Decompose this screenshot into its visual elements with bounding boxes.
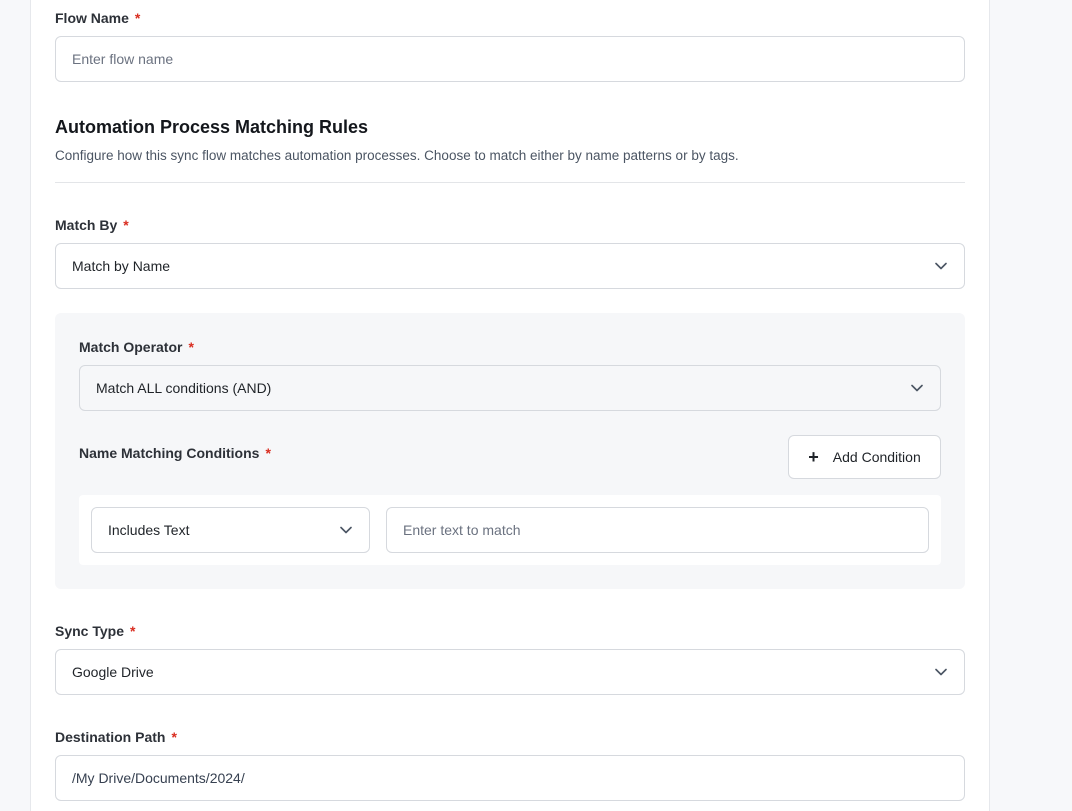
match-operator-label: Match Operator * xyxy=(79,338,194,356)
name-conditions-label-text: Name Matching Conditions xyxy=(79,445,260,461)
condition-type-value: Includes Text xyxy=(108,522,190,538)
required-mark: * xyxy=(265,445,271,461)
match-by-label-text: Match By xyxy=(55,217,118,233)
condition-type-select[interactable]: Includes Text xyxy=(91,507,370,553)
destination-path-label-text: Destination Path xyxy=(55,729,166,745)
sync-type-select[interactable]: Google Drive xyxy=(55,649,965,695)
name-conditions-label: Name Matching Conditions * xyxy=(79,444,271,462)
plus-icon: + xyxy=(808,447,819,467)
match-by-label: Match By * xyxy=(55,216,129,234)
flow-name-placeholder: Enter flow name xyxy=(72,51,174,67)
match-by-select[interactable]: Match by Name xyxy=(55,243,965,289)
matching-rules-title: Automation Process Matching Rules xyxy=(55,117,369,137)
chevron-down-icon xyxy=(934,665,948,679)
required-mark: * xyxy=(123,217,129,233)
flow-name-input[interactable]: Enter flow name xyxy=(55,36,965,82)
section-divider xyxy=(55,182,965,183)
add-condition-button[interactable]: + Add Condition xyxy=(788,435,941,479)
match-operator-select[interactable]: Match ALL conditions (AND) xyxy=(79,365,941,411)
destination-path-value: /My Drive/Documents/2024/ xyxy=(72,770,245,786)
destination-path-label: Destination Path * xyxy=(55,728,177,746)
flow-name-label: Flow Name * xyxy=(55,9,140,27)
destination-path-input[interactable]: /My Drive/Documents/2024/ xyxy=(55,755,965,801)
matching-rules-description: Configure how this sync flow matches aut… xyxy=(55,148,739,163)
required-mark: * xyxy=(188,339,194,355)
required-mark: * xyxy=(130,623,136,639)
chevron-down-icon xyxy=(339,523,353,537)
match-operator-value: Match ALL conditions (AND) xyxy=(96,380,272,396)
condition-text-input[interactable]: Enter text to match xyxy=(386,507,929,553)
condition-text-placeholder: Enter text to match xyxy=(403,522,521,538)
chevron-down-icon xyxy=(910,381,924,395)
match-operator-label-text: Match Operator xyxy=(79,339,183,355)
add-condition-label: Add Condition xyxy=(832,449,921,465)
chevron-down-icon xyxy=(934,259,948,273)
match-by-value: Match by Name xyxy=(72,258,171,274)
flow-name-label-text: Flow Name xyxy=(55,10,129,26)
required-mark: * xyxy=(134,10,141,26)
required-mark: * xyxy=(171,729,177,745)
sync-type-label: Sync Type * xyxy=(55,622,135,640)
sync-type-label-text: Sync Type xyxy=(55,623,124,639)
sync-type-value: Google Drive xyxy=(72,664,154,680)
